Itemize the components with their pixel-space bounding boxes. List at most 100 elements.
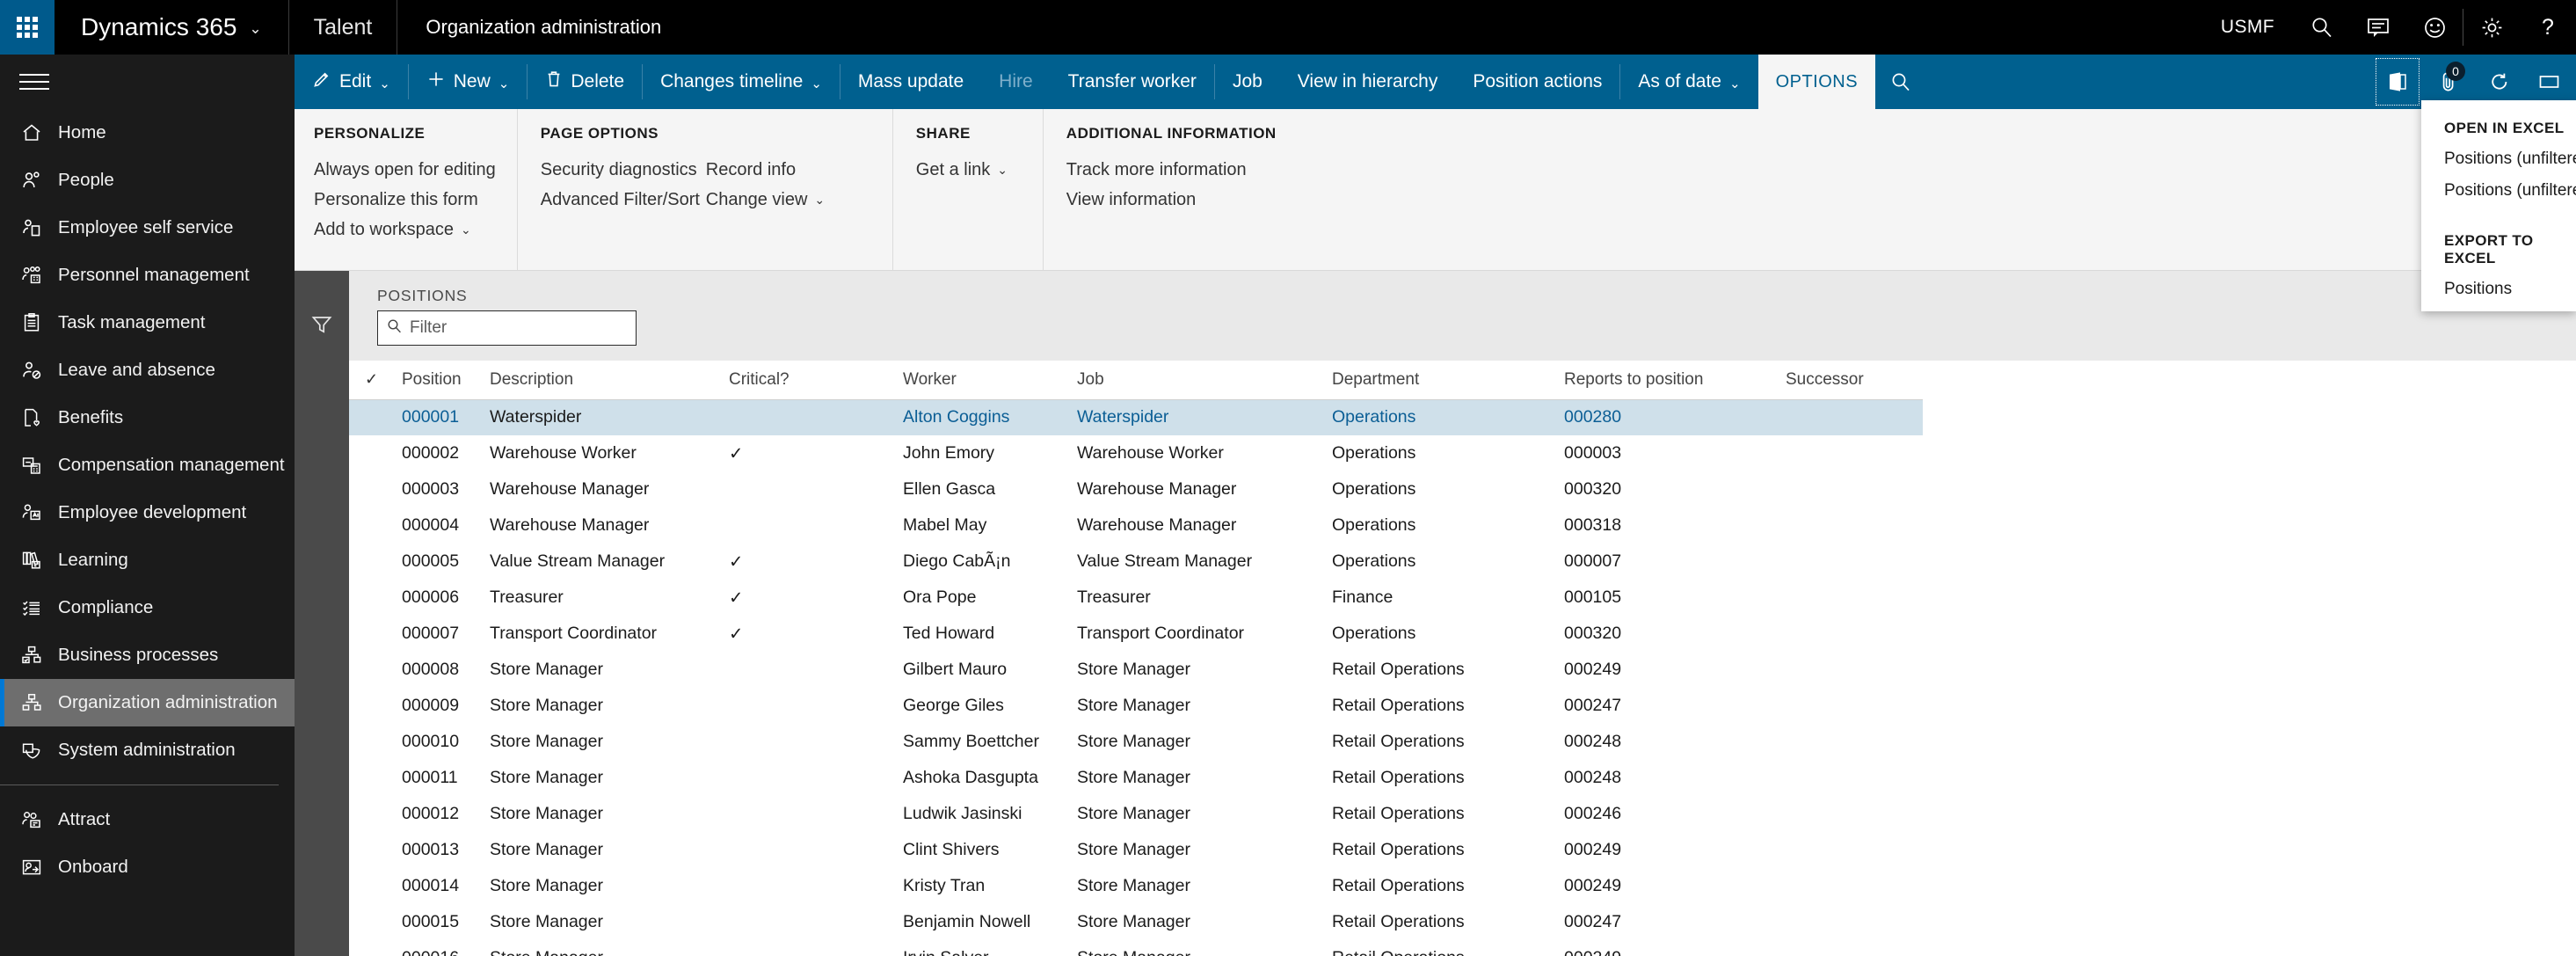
cell-reports-to[interactable]: 000249 <box>1561 868 1782 904</box>
column-header-department[interactable]: Department <box>1328 361 1561 400</box>
cell-position[interactable]: 000010 <box>398 724 486 760</box>
brand-dynamics-365[interactable]: Dynamics 365 ⌄ <box>55 0 289 55</box>
row-checkbox[interactable] <box>349 399 398 435</box>
table-row[interactable]: 000013 Store Manager Clint Shivers Store Ma… <box>349 832 1923 868</box>
row-checkbox[interactable] <box>349 544 398 580</box>
cell-reports-to[interactable]: 000318 <box>1561 507 1782 544</box>
table-row[interactable]: 000012 Store Manager Ludwik Jasinski Store … <box>349 796 1923 832</box>
sidebar-item-compensation-management[interactable]: Compensation management <box>0 442 295 489</box>
cell-reports-to[interactable]: 000320 <box>1561 616 1782 652</box>
smiley-icon[interactable] <box>2406 0 2463 55</box>
cell-department[interactable]: Operations <box>1328 507 1561 544</box>
security-diagnostics-link[interactable]: Security diagnostics <box>541 155 706 185</box>
legal-entity-selector[interactable]: USMF <box>2201 0 2294 55</box>
cell-reports-to[interactable]: 000249 <box>1561 940 1782 956</box>
breadcrumb[interactable]: Organization administration <box>397 0 689 55</box>
cell-department[interactable]: Retail Operations <box>1328 796 1561 832</box>
cell-department[interactable]: Retail Operations <box>1328 760 1561 796</box>
cell-job[interactable]: Warehouse Worker <box>1073 435 1328 471</box>
cell-reports-to[interactable]: 000248 <box>1561 760 1782 796</box>
column-header-worker[interactable]: Worker <box>899 361 1073 400</box>
tab-options[interactable]: OPTIONS <box>1757 55 1876 109</box>
cell-worker[interactable]: George Giles <box>899 688 1073 724</box>
sidebar-item-employee-development[interactable]: Employee development <box>0 489 295 536</box>
cell-reports-to[interactable]: 000247 <box>1561 688 1782 724</box>
cell-department[interactable]: Operations <box>1328 435 1561 471</box>
cell-reports-to[interactable]: 000246 <box>1561 796 1782 832</box>
cell-worker[interactable]: Ellen Gasca <box>899 471 1073 507</box>
column-header-critical[interactable]: Critical? <box>725 361 899 400</box>
table-row[interactable]: 000011 Store Manager Ashoka Dasgupta Store … <box>349 760 1923 796</box>
new-button[interactable]: New ⌄ <box>409 55 528 109</box>
row-checkbox[interactable] <box>349 616 398 652</box>
changes-timeline-button[interactable]: Changes timeline ⌄ <box>643 55 840 109</box>
cell-worker[interactable]: Sammy Boettcher <box>899 724 1073 760</box>
cell-department[interactable]: Operations <box>1328 399 1561 435</box>
cell-department[interactable]: Retail Operations <box>1328 832 1561 868</box>
add-to-workspace-link[interactable]: Add to workspace ⌄ <box>314 215 496 244</box>
cell-department[interactable]: Operations <box>1328 616 1561 652</box>
help-question-icon[interactable]: ? <box>2520 0 2576 55</box>
sidebar-item-organization-administration[interactable]: Organization administration <box>0 679 295 726</box>
cell-job[interactable]: Store Manager <box>1073 832 1328 868</box>
open-in-excel-item-2[interactable]: Positions (unfiltered) <box>2421 169 2576 201</box>
track-more-information-link[interactable]: Track more information <box>1066 155 1295 185</box>
row-checkbox[interactable] <box>349 760 398 796</box>
row-checkbox[interactable] <box>349 580 398 616</box>
cell-job[interactable]: Store Manager <box>1073 796 1328 832</box>
sidebar-item-employee-self-service[interactable]: Employee self service <box>0 204 295 252</box>
cell-department[interactable]: Operations <box>1328 544 1561 580</box>
quick-filter-input[interactable]: Filter <box>377 310 637 346</box>
column-header-job[interactable]: Job <box>1073 361 1328 400</box>
cell-position[interactable]: 000011 <box>398 760 486 796</box>
cell-job[interactable]: Store Manager <box>1073 724 1328 760</box>
table-row[interactable]: 000001 Waterspider Alton Coggins Waterspide… <box>349 399 1923 435</box>
cell-position[interactable]: 000008 <box>398 652 486 688</box>
cell-job[interactable]: Warehouse Manager <box>1073 471 1328 507</box>
cell-reports-to[interactable]: 000105 <box>1561 580 1782 616</box>
table-row[interactable]: 000016Store ManagerIrvin SalyerStore Man… <box>349 940 1923 956</box>
cell-job[interactable]: Value Stream Manager <box>1073 544 1328 580</box>
column-header-position[interactable]: Position <box>398 361 486 400</box>
cell-job[interactable]: Store Manager <box>1073 868 1328 904</box>
record-info-link[interactable]: Record info <box>706 155 871 185</box>
cell-department[interactable]: Retail Operations <box>1328 688 1561 724</box>
cell-worker[interactable]: Benjamin Nowell <box>899 904 1073 940</box>
cell-position[interactable]: 000014 <box>398 868 486 904</box>
get-a-link-link[interactable]: Get a link ⌄ <box>916 155 1022 185</box>
sidebar-item-learning[interactable]: Learning <box>0 536 295 584</box>
cell-position[interactable]: 000005 <box>398 544 486 580</box>
cell-worker[interactable]: Irvin Salyer <box>899 940 1073 956</box>
view-information-link[interactable]: View information <box>1066 185 1295 215</box>
row-checkbox[interactable] <box>349 507 398 544</box>
search-icon[interactable] <box>2294 0 2350 55</box>
cell-job[interactable]: Transport Coordinator <box>1073 616 1328 652</box>
cell-reports-to[interactable]: 000248 <box>1561 724 1782 760</box>
office-excel-icon[interactable] <box>2372 55 2423 109</box>
cell-worker[interactable]: Diego CabÃ¡n <box>899 544 1073 580</box>
cell-position[interactable]: 000003 <box>398 471 486 507</box>
cell-position[interactable]: 000012 <box>398 796 486 832</box>
cell-position[interactable]: 000016 <box>398 940 486 956</box>
table-row[interactable]: 000008 Store Manager Gilbert Mauro Store Ma… <box>349 652 1923 688</box>
cell-worker[interactable]: Ludwik Jasinski <box>899 796 1073 832</box>
cell-reports-to[interactable]: 000249 <box>1561 652 1782 688</box>
row-checkbox[interactable] <box>349 435 398 471</box>
cell-department[interactable]: Retail Operations <box>1328 868 1561 904</box>
cell-position[interactable]: 000013 <box>398 832 486 868</box>
mass-update-button[interactable]: Mass update <box>840 55 981 109</box>
cell-reports-to[interactable]: 000007 <box>1561 544 1782 580</box>
cell-position[interactable]: 000001 <box>398 399 486 435</box>
app-launcher-waffle-button[interactable] <box>0 0 55 55</box>
cell-job[interactable]: Store Manager <box>1073 940 1328 956</box>
sidebar-item-attract[interactable]: Attract <box>0 796 295 843</box>
table-row[interactable]: 000015 Store Manager Benjamin Nowell Store … <box>349 904 1923 940</box>
column-header-reports-to-position[interactable]: Reports to position <box>1561 361 1782 400</box>
table-row[interactable]: 000002 Warehouse Worker ✓ John Emory Warehou… <box>349 435 1923 471</box>
cell-reports-to[interactable]: 000280 <box>1561 399 1782 435</box>
cell-job[interactable]: Warehouse Manager <box>1073 507 1328 544</box>
select-all-checkbox[interactable]: ✓ <box>349 361 398 400</box>
delete-button[interactable]: Delete <box>528 55 642 109</box>
row-checkbox[interactable] <box>349 940 398 956</box>
sidebar-item-business-processes[interactable]: Business processes <box>0 631 295 679</box>
